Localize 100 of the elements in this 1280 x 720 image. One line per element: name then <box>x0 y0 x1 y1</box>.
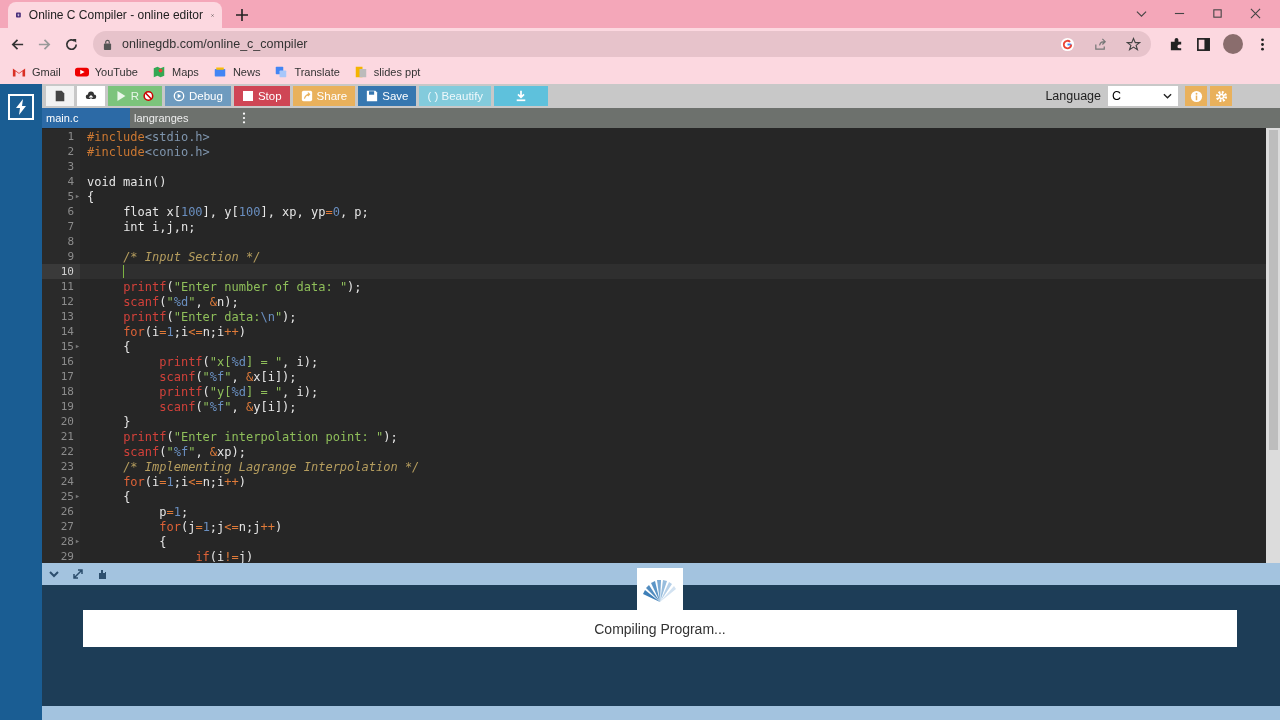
code-line: scanf("%d", &n); <box>122 294 239 309</box>
line-number: 7 <box>67 220 74 233</box>
newfile-button[interactable] <box>46 86 74 106</box>
mail-icon <box>12 66 26 78</box>
code-line: { <box>87 189 95 204</box>
close-icon[interactable] <box>1250 8 1261 19</box>
bookmark-label: Maps <box>171 66 199 78</box>
line-number: 3 <box>67 160 74 173</box>
code-line: printf("Enter data:\n"); <box>122 309 297 324</box>
code-line: printf("x[%d] = ", i); <box>158 354 319 369</box>
scrollbar-thumb[interactable] <box>1268 130 1278 450</box>
text-cursor <box>123 265 124 278</box>
bookmark-label: slides ppt <box>373 66 421 78</box>
code-line: for(j=1;j<=n;j++) <box>158 519 283 534</box>
browser-tab[interactable]: Online C Compiler - online editor <box>8 2 222 28</box>
lock-icon <box>103 38 112 50</box>
side-panel-icon[interactable] <box>1196 36 1211 52</box>
line-number: 1 <box>67 130 74 143</box>
language-label: Language <box>1045 89 1101 103</box>
line-number: 2 <box>67 145 74 158</box>
code-line: { <box>122 339 131 354</box>
cloud-upload-icon <box>85 90 97 102</box>
bookmark[interactable]: Translate <box>274 66 340 78</box>
line-number: 24 <box>60 475 74 488</box>
g-logo-icon[interactable] <box>1060 36 1075 52</box>
address-field[interactable]: onlinegdb.com/online_c_compiler <box>93 31 1151 57</box>
chevron-down-icon[interactable] <box>48 568 60 580</box>
line-number: 13 <box>60 310 74 323</box>
code-line: int i,j,n; <box>122 219 196 234</box>
star-icon[interactable] <box>1126 36 1141 52</box>
share-icon[interactable] <box>1093 36 1108 52</box>
play-icon <box>74 66 89 78</box>
code-line: printf("Enter number of data: "); <box>122 279 362 294</box>
line-number: 10 <box>60 265 74 278</box>
stop-icon <box>241 90 254 102</box>
expand-icon[interactable] <box>72 568 84 580</box>
fold-marker-icon[interactable] <box>75 539 80 544</box>
upload-button[interactable] <box>77 86 105 106</box>
translate-icon <box>274 66 289 78</box>
newspaper-icon <box>212 66 227 78</box>
play-icon <box>116 90 127 102</box>
reload-icon[interactable] <box>64 36 79 52</box>
stop-button[interactable]: Stop <box>233 86 290 106</box>
file-tab[interactable]: langranges <box>130 108 234 128</box>
file-icon <box>54 90 66 102</box>
map-icon <box>151 66 166 78</box>
fold-marker-icon[interactable] <box>75 194 80 199</box>
code-line: scanf("%f", &x[i]); <box>158 369 297 384</box>
bookmark-label: News <box>232 66 261 78</box>
folder-icon <box>353 66 368 78</box>
line-number: 23 <box>60 460 74 473</box>
bookmark[interactable]: News <box>212 66 261 78</box>
line-number: 16 <box>60 355 74 368</box>
bookmark[interactable]: slides ppt <box>353 66 421 78</box>
code-line: for(i=1;i<=n;i++) <box>122 474 246 489</box>
maximize-icon[interactable] <box>1212 8 1223 19</box>
code-line: for(i=1;i<=n;i++) <box>122 324 246 339</box>
bookmark-label: YouTube <box>94 66 138 78</box>
bolt-logo-icon[interactable] <box>8 94 34 120</box>
line-number: 22 <box>60 445 74 458</box>
line-number: 26 <box>60 505 74 518</box>
bookmark-label: Gmail <box>32 66 61 78</box>
line-number: 12 <box>60 295 74 308</box>
line-number: 20 <box>60 415 74 428</box>
line-number: 5 <box>67 190 74 203</box>
line-number: 27 <box>60 520 74 533</box>
hand-icon[interactable] <box>96 568 108 580</box>
download-icon <box>515 90 528 102</box>
code-line: void main() <box>87 174 167 189</box>
caret-icon <box>1163 93 1172 99</box>
fold-marker-icon[interactable] <box>75 344 80 349</box>
puzzle-icon[interactable] <box>1169 36 1184 52</box>
bookmark[interactable]: Gmail <box>12 66 61 78</box>
bookmark-label: Translate <box>294 66 340 78</box>
code-line: if(i!=j) <box>194 549 254 563</box>
code-line: /* Implementing Lagrange Interpolation */ <box>122 459 420 474</box>
code-line: printf("Enter interpolation point: "); <box>122 429 398 444</box>
code-line: scanf("%f", &xp); <box>122 444 246 459</box>
code-line: #include<conio.h> <box>87 144 210 159</box>
code-line: p=1; <box>158 504 189 519</box>
line-number: 25 <box>60 490 74 503</box>
not-allowed-cursor-icon <box>143 90 154 102</box>
line-number: 4 <box>67 175 74 188</box>
save-button[interactable]: Save <box>358 86 417 106</box>
chevron-down-icon[interactable] <box>1136 8 1147 19</box>
play-circle-icon <box>173 90 185 102</box>
code-line: /* Input Section */ <box>122 249 261 264</box>
kebab-menu-icon[interactable] <box>242 112 246 124</box>
line-number: 8 <box>67 235 74 248</box>
file-tab[interactable]: main.c <box>42 108 130 128</box>
fold-marker-icon[interactable] <box>75 494 80 499</box>
code-line: scanf("%f", &y[i]); <box>158 399 297 414</box>
line-number: 28 <box>60 535 74 548</box>
line-number: 14 <box>60 325 74 338</box>
bookmark[interactable]: YouTube <box>74 66 138 78</box>
language-select[interactable]: C <box>1108 86 1178 106</box>
bookmark[interactable]: Maps <box>151 66 199 78</box>
code-line: { <box>122 489 131 504</box>
new-tab-icon[interactable] <box>236 9 248 21</box>
profile-avatar[interactable] <box>1223 34 1243 54</box>
